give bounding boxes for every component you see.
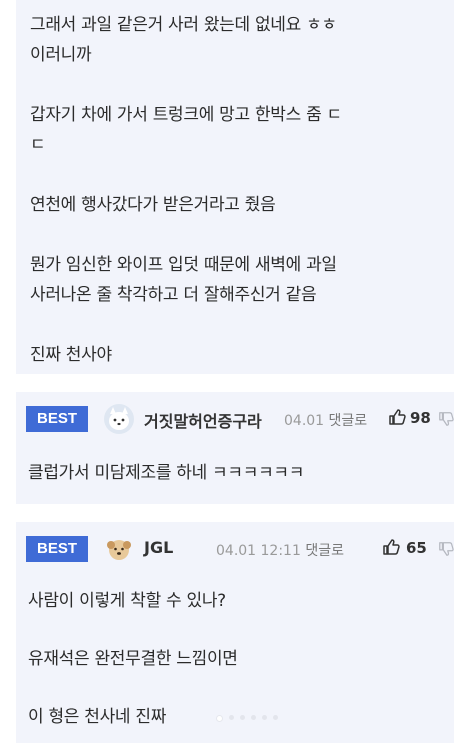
comment-header: BEST 거짓말허언증구라 04.01 댓글로 98	[26, 404, 454, 434]
comment-text: 사람이 이렇게 착할 수 있나?	[28, 591, 226, 611]
post-line: 뭔가 임신한 와이프 입덧 때문에 새벽에 과일	[30, 255, 337, 275]
puppy-avatar-icon[interactable]	[104, 534, 134, 564]
like-count: 98	[410, 409, 431, 427]
best-comment-2: BEST JGL 04.01 12:11 댓글로 65 사람이 이렇게 착할 수…	[16, 522, 454, 743]
best-comment-1: BEST 거짓말허언증구라 04.01 댓글로 98 클럽가서 미담제조를 하네…	[16, 392, 454, 504]
post-line: 사러나온 줄 착각하고 더 잘해주신거 같음	[30, 285, 317, 305]
best-badge: BEST	[26, 406, 88, 432]
like-count: 65	[406, 539, 427, 557]
comment-text: 이 형은 천사네 진짜	[28, 707, 167, 727]
page-dot[interactable]	[273, 715, 278, 720]
white-cartoon-dog-avatar-icon[interactable]	[104, 404, 134, 434]
page-dot[interactable]	[240, 715, 245, 720]
post-line: ㄷ	[30, 135, 46, 155]
page-dot[interactable]	[251, 715, 256, 720]
comment-meta: 04.01 댓글로	[284, 410, 367, 430]
comment-header: BEST JGL 04.01 12:11 댓글로 65	[26, 534, 454, 564]
post-line: 이러니까	[30, 45, 92, 65]
comment-date: 04.01	[284, 413, 325, 429]
post-body: 그래서 과일 같은거 사러 왔는데 없네요 ㅎㅎ 이러니까 갑자기 차에 가서 …	[16, 0, 454, 374]
page-indicator-dots	[216, 715, 278, 722]
page-dot[interactable]	[262, 715, 267, 720]
comment-text: 클럽가서 미담제조를 하네 ㅋㅋㅋㅋㅋㅋ	[28, 463, 305, 483]
post-line: 갑자기 차에 가서 트렁크에 망고 한박스 줌 ㄷ	[30, 105, 342, 125]
post-line: 진짜 천사야	[30, 345, 112, 365]
thumb-up-icon[interactable]	[382, 538, 400, 556]
comment-meta: 04.01 12:11 댓글로	[216, 540, 344, 560]
comment-nickname[interactable]: JGL	[144, 538, 173, 557]
thumb-down-icon[interactable]	[438, 411, 454, 427]
comment-date: 04.01 12:11	[216, 543, 301, 559]
post-line: 연천에 행사갔다가 받은거라고 줬음	[30, 195, 276, 215]
page-dot[interactable]	[229, 715, 234, 720]
reply-link[interactable]: 댓글로	[329, 413, 368, 429]
comment-text: 유재석은 완전무결한 느낌이면	[28, 649, 238, 669]
page-dot[interactable]	[216, 715, 223, 722]
thumb-up-icon[interactable]	[388, 408, 406, 426]
thumb-down-icon[interactable]	[438, 541, 454, 557]
comment-nickname[interactable]: 거짓말허언증구라	[144, 408, 262, 432]
post-line: 그래서 과일 같은거 사러 왔는데 없네요 ㅎㅎ	[30, 15, 337, 35]
reply-link[interactable]: 댓글로	[305, 543, 344, 559]
best-badge: BEST	[26, 536, 88, 562]
